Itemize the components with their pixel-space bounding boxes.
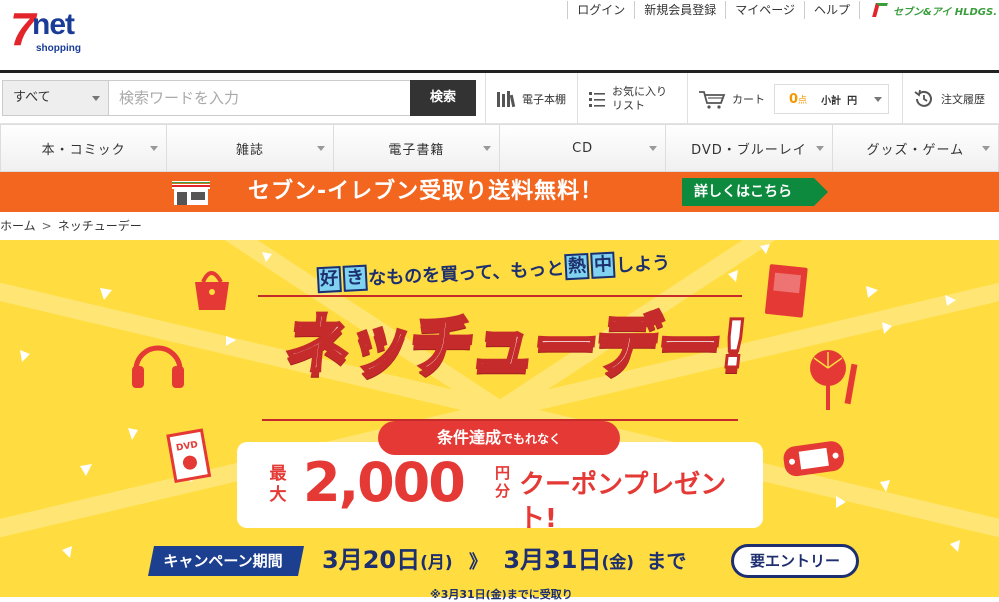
order-history-button[interactable]: 注文履歴 xyxy=(902,73,999,124)
promo-details-label: 詳しくはこちら xyxy=(694,184,792,200)
campaign-period-label: キャンペーン期間 xyxy=(148,546,304,576)
category-magazines[interactable]: 雑誌 xyxy=(167,124,334,172)
chevron-down-icon xyxy=(874,97,882,106)
list-icon xyxy=(589,91,605,107)
search-input[interactable]: 検索ワードを入力 xyxy=(109,80,411,116)
subtotal-label: 小計 xyxy=(821,95,842,107)
free-shipping-banner[interactable]: セブン-イレブン受取り送料無料！ 詳しくはこちら xyxy=(0,172,999,212)
tagline-box: き xyxy=(342,264,368,292)
chevron-down-icon xyxy=(150,146,159,155)
seven-net-logo[interactable]: 7 net shopping xyxy=(10,6,82,58)
tagline-box: 好 xyxy=(316,265,342,294)
category-label: 本・コミック xyxy=(41,142,126,158)
login-link[interactable]: ログイン xyxy=(567,1,634,19)
until-label: まで xyxy=(646,549,687,573)
cart-icon xyxy=(699,90,726,109)
chevron-down-icon xyxy=(482,146,491,155)
search-button[interactable]: 検索 xyxy=(410,80,476,116)
help-link[interactable]: ヘルプ xyxy=(804,1,859,19)
ebook-shelf-label: 電子本棚 xyxy=(522,92,566,106)
hero-title: ネッチューデー! xyxy=(280,300,751,400)
cart-summary-dropdown[interactable]: 0 点 小計 円 xyxy=(774,84,889,114)
yen-char: 円 xyxy=(495,464,511,482)
condition-main: 条件達成 xyxy=(436,428,501,447)
max-label-char: 大 xyxy=(269,485,287,505)
category-goods-games[interactable]: グッズ・ゲーム xyxy=(832,124,999,172)
tagline-text: しよう xyxy=(615,252,671,277)
logo-shopping: shopping xyxy=(36,43,81,54)
search-scope-select[interactable]: すべて xyxy=(2,80,109,116)
logo-net: net xyxy=(32,8,75,41)
category-label: グッズ・ゲーム xyxy=(866,142,965,158)
ebook-shelf-button[interactable]: 電子本棚 xyxy=(485,73,575,124)
subtotal-unit: 円 xyxy=(847,95,858,107)
breadcrumb-current: ネッチューデー xyxy=(57,219,142,233)
promo-text: セブン-イレブン受取り送料無料！ xyxy=(248,179,604,204)
dow-from: (月) xyxy=(420,553,453,573)
search-scope-value: すべて xyxy=(13,90,51,105)
category-ebooks[interactable]: 電子書籍 xyxy=(333,124,500,172)
top-links: ログイン 新規会員登録 マイページ ヘルプ セブン&アイ HLDGS. xyxy=(567,0,997,20)
breadcrumb: ホーム > ネッチューデー xyxy=(0,212,142,240)
seven-i-holdings-logo[interactable]: セブン&アイ HLDGS. xyxy=(859,1,997,19)
tagline-box: 中 xyxy=(590,251,616,279)
order-history-label: 注文履歴 xyxy=(941,92,985,106)
register-link[interactable]: 新規会員登録 xyxy=(634,1,725,19)
yen-char: 分 xyxy=(495,482,511,500)
favorites-label-line2: リスト xyxy=(612,98,645,112)
date-to: 3月31日 xyxy=(503,546,602,574)
cart-count-unit: 点 xyxy=(798,95,808,106)
chevron-down-icon xyxy=(649,146,658,155)
yen-label: 円 分 xyxy=(495,464,510,500)
cart-button[interactable]: カート xyxy=(687,73,772,124)
period-label-text: キャンペーン期間 xyxy=(163,552,283,570)
cart-label: カート xyxy=(732,92,765,106)
search-bar: すべて 検索ワードを入力 検索 電子本棚 お気に入り リスト カート 0 点 小… xyxy=(0,73,999,124)
favorites-label: お気に入り リスト xyxy=(612,85,667,113)
chevron-down-icon xyxy=(815,146,824,155)
max-label: 最 大 xyxy=(259,464,297,506)
promo-details-button[interactable]: 詳しくはこちら xyxy=(682,178,828,206)
category-label: DVD・ブルーレイ xyxy=(691,142,807,158)
campaign-dates: 3月20日(月) 》 3月31日(金) まで xyxy=(322,540,686,583)
chevron-right-icon: > xyxy=(41,219,52,233)
mypage-link[interactable]: マイページ xyxy=(725,1,804,19)
max-label-char: 最 xyxy=(269,464,287,484)
double-chevron-icon: 》 xyxy=(469,552,488,573)
holdings-name: セブン&アイ HLDGS. xyxy=(893,6,997,18)
condition-small: でもれなく xyxy=(501,432,562,446)
coupon-amount: 2,000 xyxy=(303,451,466,514)
entry-required-button[interactable]: 要エントリー xyxy=(731,544,859,578)
category-label: CD xyxy=(572,140,594,156)
site-header: 7 net shopping ログイン 新規会員登録 マイページ ヘルプ セブン… xyxy=(0,0,999,70)
cart-count: 0 xyxy=(789,91,799,107)
date-from: 3月20日 xyxy=(322,546,421,574)
category-label: 電子書籍 xyxy=(388,142,445,158)
tagline-box: 熱 xyxy=(564,252,590,281)
breadcrumb-home[interactable]: ホーム xyxy=(0,212,36,240)
chevron-down-icon xyxy=(316,146,325,155)
category-cd[interactable]: CD xyxy=(499,124,667,172)
category-dvd-bluray[interactable]: DVD・ブルーレイ xyxy=(666,124,833,172)
seven-i-mark-icon xyxy=(872,2,890,18)
favorites-list-button[interactable]: お気に入り リスト xyxy=(577,73,685,124)
hero-title-text: ネッチューデー! xyxy=(280,305,751,385)
convenience-store-icon xyxy=(172,181,210,205)
condition-pill: 条件達成でもれなく xyxy=(378,421,620,455)
receipt-deadline-note: ※3月31日(金)までに受取り xyxy=(430,588,573,601)
coupon-present-text: クーポンプレゼント! xyxy=(519,470,727,534)
category-books-comics[interactable]: 本・コミック xyxy=(0,124,168,172)
favorites-label-line1: お気に入り xyxy=(612,84,667,98)
category-label: 雑誌 xyxy=(235,142,264,158)
chevron-down-icon xyxy=(92,96,100,105)
chevron-down-icon xyxy=(981,146,990,155)
history-icon xyxy=(914,89,932,107)
category-nav: 本・コミック 雑誌 電子書籍 CD DVD・ブルーレイ グッズ・ゲーム xyxy=(0,124,999,172)
dow-to: (金) xyxy=(601,553,635,573)
bookshelf-icon xyxy=(497,90,516,107)
